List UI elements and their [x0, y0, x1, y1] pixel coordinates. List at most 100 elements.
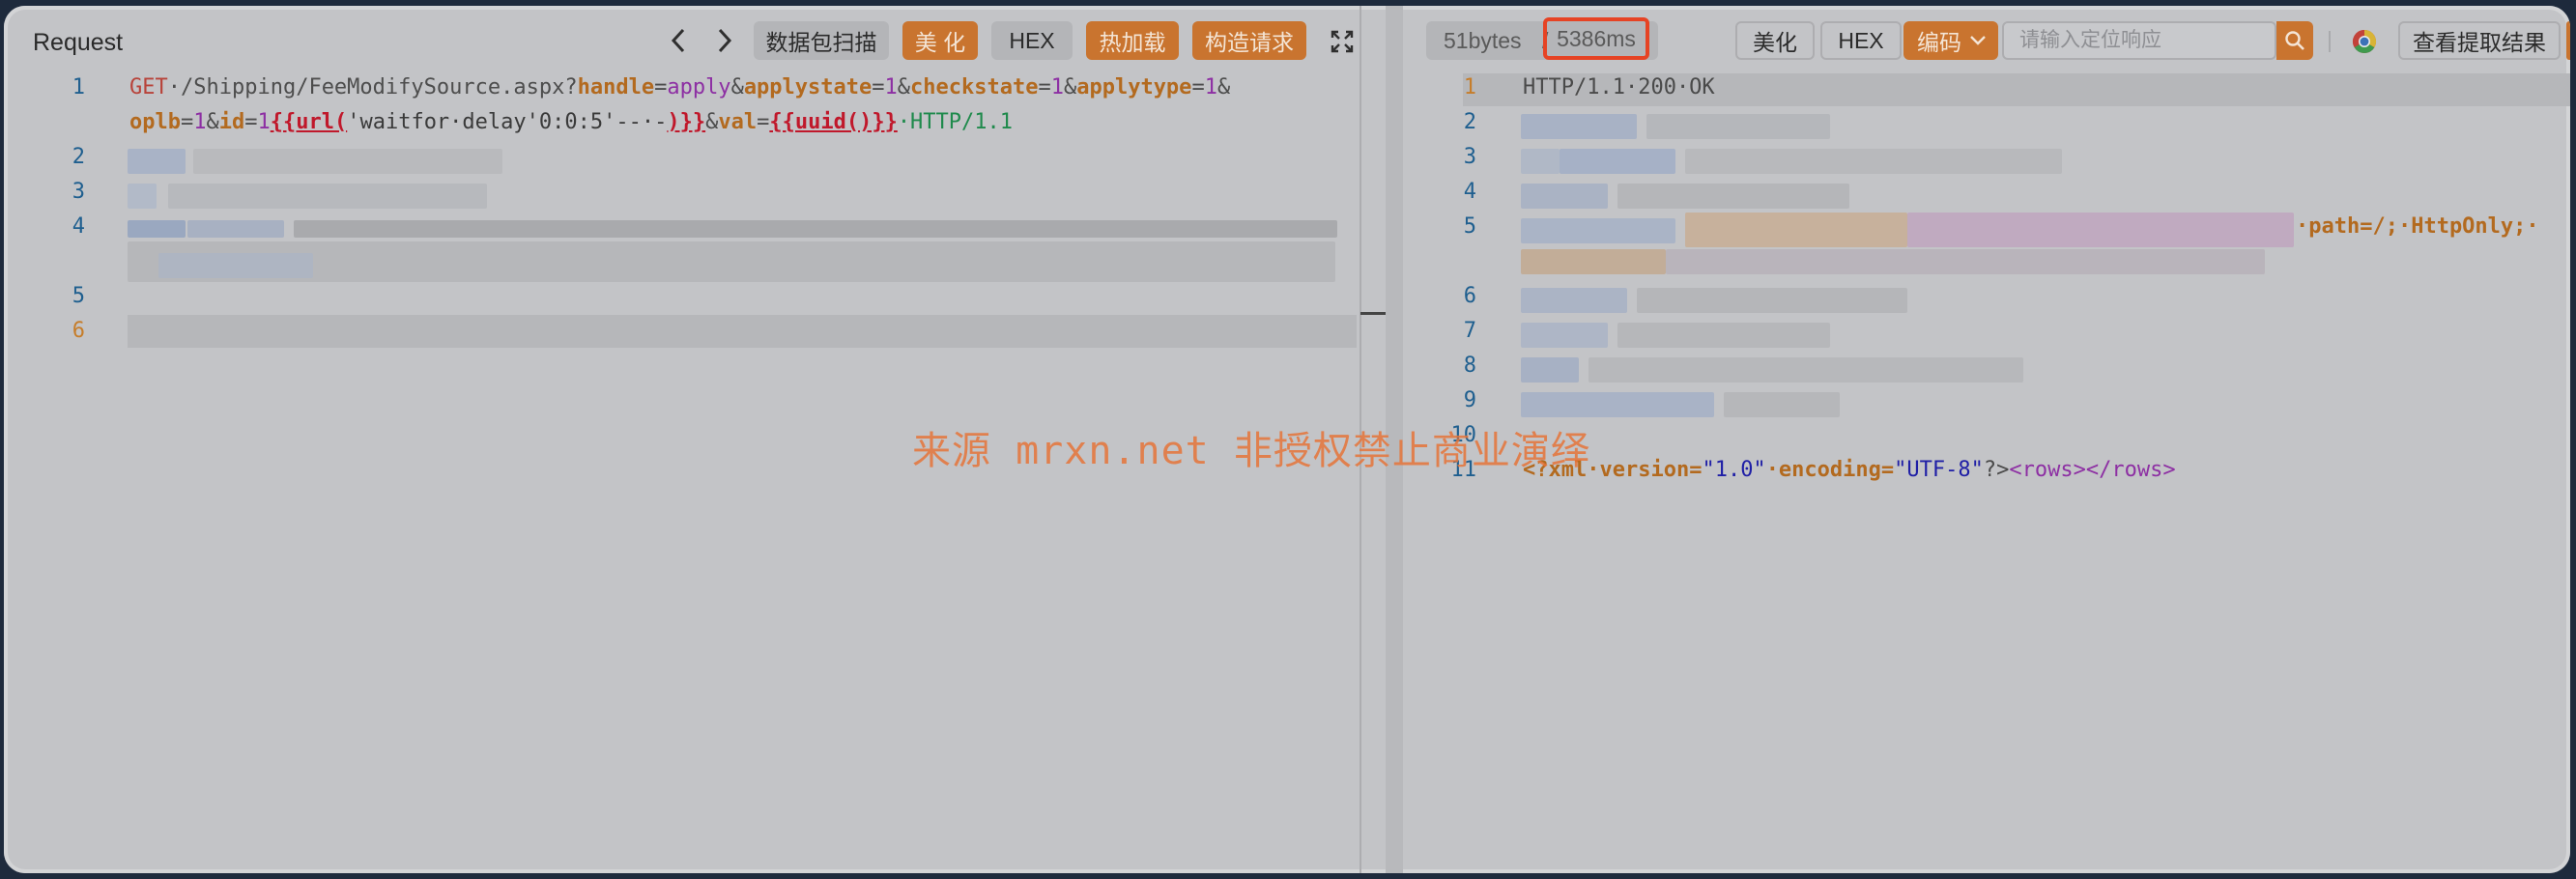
encoding-dropdown[interactable]: 编码: [1903, 21, 1998, 60]
response-size: 51bytes: [1444, 27, 1522, 53]
request-line-1b: oplb=1&id=1{{url('waitfor·delay'0:0:5'--…: [129, 110, 1013, 134]
param-value: 1: [257, 110, 271, 134]
chrome-icon[interactable]: [2352, 29, 2377, 54]
toolbar-divider: [2329, 31, 2331, 52]
ampersand: &: [206, 110, 219, 134]
line-number: 2: [1463, 110, 1476, 134]
locate-response-input[interactable]: [2002, 21, 2276, 60]
param-value: 1: [1050, 75, 1064, 99]
redacted-block: [1521, 149, 1560, 174]
redacted-block: [1521, 114, 1637, 139]
redacted-block: [1724, 392, 1840, 417]
param-key: applytype: [1076, 75, 1192, 99]
xml-declaration-close: ?>: [1983, 458, 2010, 482]
redacted-block: [1685, 149, 2062, 174]
request-line-1a: GET·/Shipping/FeeModifySource.aspx?handl…: [129, 75, 1230, 99]
redacted-block: [1521, 323, 1608, 348]
line-number: 3: [1463, 145, 1476, 169]
ampersand: &: [705, 110, 719, 134]
redacted-block: [128, 220, 186, 238]
redacted-block: [1617, 184, 1849, 209]
equals: =: [244, 110, 258, 134]
line-number: 9: [1463, 388, 1476, 412]
line-number: 7: [1463, 319, 1476, 343]
response-hex-button[interactable]: HEX: [1820, 21, 1902, 60]
xml-body: <?xml·version="1.0"·encoding="UTF-8"?><r…: [1523, 458, 2176, 482]
redacted-block: [1521, 392, 1714, 417]
redacted-block: [1521, 249, 1666, 274]
request-path: ·/Shipping/FeeModifySource.aspx?: [167, 75, 578, 99]
line-number: 3: [72, 180, 85, 204]
view-extract-result-button[interactable]: 查看提取结果: [2398, 21, 2561, 60]
line-number: 4: [72, 214, 85, 239]
redacted-block: [1589, 357, 2023, 383]
param-value: apply: [667, 75, 731, 99]
redacted-block: [187, 220, 284, 238]
chevron-left-icon[interactable]: [661, 23, 696, 58]
build-request-button[interactable]: 构造请求: [1192, 21, 1306, 60]
line-number: 8: [1463, 354, 1476, 378]
param-key: checkstate: [910, 75, 1039, 99]
redacted-block: [1521, 184, 1608, 209]
redacted-block: [1685, 213, 1907, 247]
line-number-current: 6: [72, 319, 85, 343]
param-key: applystate: [743, 75, 873, 99]
equals: =: [654, 75, 668, 99]
line-number: 5: [1463, 214, 1476, 239]
xml-version-value: "1.0": [1702, 458, 1766, 482]
encoding-label: 编码: [1917, 30, 1961, 55]
equals: =: [1038, 75, 1051, 99]
http-version: ·HTTP/1.1: [897, 110, 1014, 134]
expand-icon[interactable]: [1330, 29, 1355, 54]
param-key: oplb: [129, 110, 181, 134]
line-number: 2: [72, 145, 85, 169]
line-number: 4: [1463, 180, 1476, 204]
param-key: val: [718, 110, 758, 134]
cookie-path-tail: ·path=/;·HttpOnly;·: [2296, 214, 2539, 239]
redacted-block: [158, 253, 313, 278]
redacted-block: [168, 184, 487, 209]
xml-version-attr: ·version=: [1587, 458, 1703, 482]
param-key: handle: [577, 75, 655, 99]
redacted-block: [1666, 249, 2265, 274]
right-edge-tab: [2566, 21, 2570, 60]
chevron-down-icon: [1970, 36, 1986, 45]
request-beautify-button[interactable]: 美 化: [902, 21, 978, 60]
sqli-payload: 'waitfor·delay'0:0:5'--·-: [347, 110, 668, 134]
equals: =: [1191, 75, 1205, 99]
splitter-handle[interactable]: [1360, 312, 1386, 315]
app-window: Request 数据包扫描 美 化 HEX 热加载 构造请求 51bytes /…: [4, 6, 2570, 873]
redacted-block: [1521, 288, 1627, 313]
template-tag-close: )}}: [667, 110, 706, 134]
param-value: 1: [884, 75, 898, 99]
line-number: 1: [72, 75, 85, 99]
ampersand: &: [1063, 75, 1077, 99]
search-button[interactable]: [2276, 21, 2313, 60]
param-key: id: [218, 110, 245, 134]
response-stats: 51bytes / 5386ms: [1426, 17, 1658, 60]
ampersand: &: [730, 75, 744, 99]
redacted-block: [128, 184, 157, 209]
uuid-template: {{uuid()}}: [769, 110, 898, 134]
chevron-right-icon[interactable]: [707, 23, 742, 58]
response-beautify-button[interactable]: 美化: [1735, 21, 1815, 60]
redacted-block: [1617, 323, 1830, 348]
template-tag-open: {{url(: [270, 110, 348, 134]
request-hex-button[interactable]: HEX: [991, 21, 1073, 60]
xml-encoding-value: "UTF-8": [1894, 458, 1984, 482]
search-icon: [2285, 31, 2304, 50]
redacted-block: [1637, 288, 1907, 313]
request-panel-title: Request: [33, 29, 124, 56]
ampersand: &: [1216, 75, 1231, 99]
redacted-block: [1560, 149, 1675, 174]
current-line-highlight: [128, 315, 1357, 348]
ampersand: &: [897, 75, 911, 99]
line-number-current: 1: [1463, 75, 1476, 99]
hot-load-button[interactable]: 热加载: [1086, 21, 1179, 60]
http-method: GET: [129, 75, 168, 99]
redacted-block: [1521, 218, 1675, 243]
rows-open-tag: <rows>: [2009, 458, 2086, 482]
line-number: 6: [1463, 284, 1476, 308]
packet-scan-button[interactable]: 数据包扫描: [754, 21, 889, 60]
equals: =: [180, 110, 194, 134]
